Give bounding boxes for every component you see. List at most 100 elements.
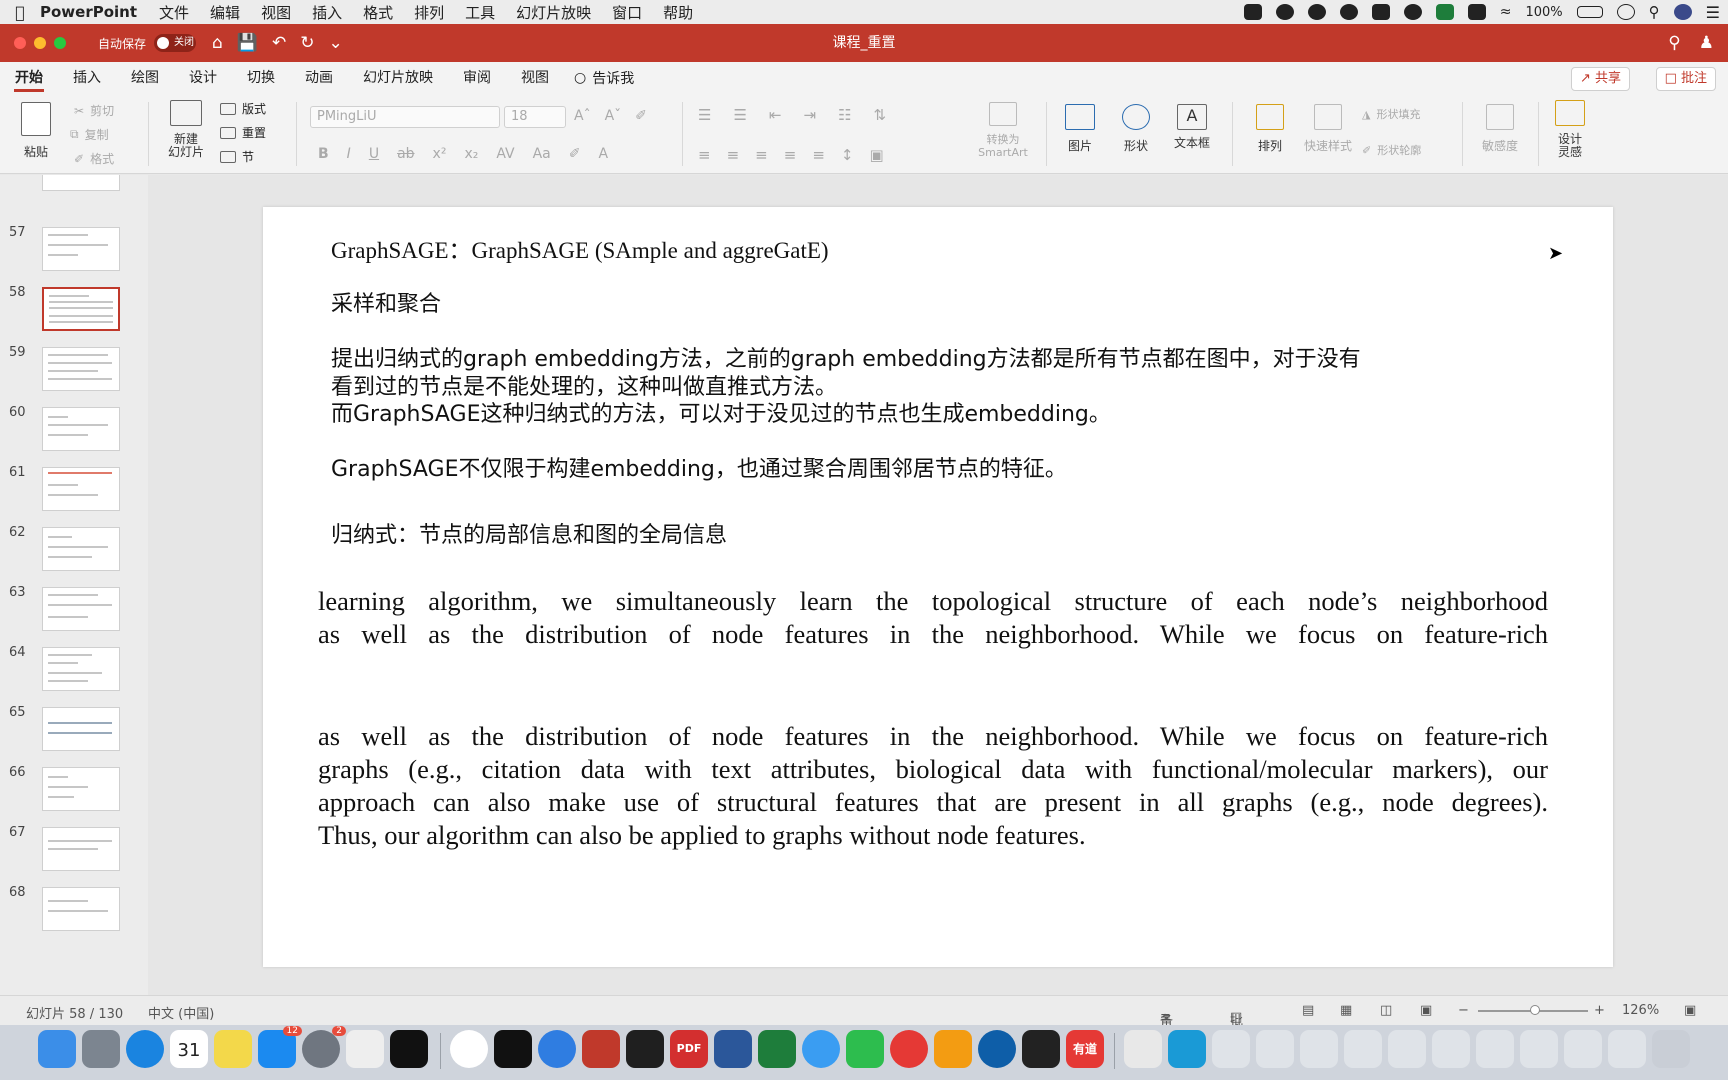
tab-design[interactable]: 设计 [174, 62, 232, 94]
recent-window-thumbnail[interactable] [1388, 1030, 1426, 1068]
quick-styles-button[interactable]: 快速样式 [1300, 104, 1356, 154]
slide-thumbnail[interactable]: 62 [0, 525, 148, 585]
menu-window[interactable]: 窗口 [612, 2, 642, 23]
tell-me-search[interactable]: ○ 告诉我 [564, 68, 644, 88]
trash-icon[interactable] [1652, 1030, 1690, 1068]
slide-thumbnail[interactable]: 65 [0, 705, 148, 765]
increase-indent-icon[interactable]: ⇥ [803, 106, 816, 124]
wifi-icon[interactable]: ≈ [1500, 4, 1512, 20]
numbering-icon[interactable]: ☰ [733, 106, 746, 124]
recent-window-thumbnail[interactable] [1300, 1030, 1338, 1068]
pdf-expert-icon[interactable]: PDF [670, 1030, 708, 1068]
recent-window-thumbnail[interactable] [1256, 1030, 1294, 1068]
recent-window-thumbnail[interactable] [1344, 1030, 1382, 1068]
pycharm-icon[interactable] [626, 1030, 664, 1068]
paper-excerpt-image[interactable]: learning algorithm, we simultaneously le… [263, 585, 1613, 665]
app-menu[interactable]: PowerPoint [40, 3, 137, 21]
feishu-icon[interactable] [802, 1030, 840, 1068]
underline-icon[interactable]: U [369, 146, 379, 162]
safari-icon[interactable] [126, 1030, 164, 1068]
slide-text-line[interactable]: 而GraphSAGE这种归纳式的方法，可以对于没见过的节点也生成embeddin… [331, 396, 1111, 428]
input-method-icon[interactable] [1467, 4, 1486, 20]
font-size-select[interactable]: 18 [504, 106, 566, 128]
launchpad-icon[interactable] [82, 1030, 120, 1068]
minimize-window-button[interactable] [34, 37, 46, 49]
slide-thumbnail[interactable]: 60 [0, 405, 148, 465]
recent-window-thumbnail[interactable] [1564, 1030, 1602, 1068]
font-color-icon[interactable]: A [599, 146, 609, 162]
slide-thumbnail[interactable] [0, 175, 148, 205]
tab-home[interactable]: 开始 [0, 62, 58, 94]
slide-thumbnail[interactable]: 68 [0, 885, 148, 945]
align-right-icon[interactable]: ≡ [755, 146, 768, 164]
video-icon[interactable] [1243, 4, 1262, 20]
menu-help[interactable]: 帮助 [663, 2, 693, 23]
account-icon[interactable]: ♟ [1699, 33, 1714, 53]
fit-to-window-icon[interactable]: ▣ [1684, 1003, 1696, 1018]
columns-icon[interactable]: ☷ [838, 106, 851, 124]
text-direction-icon[interactable]: ⇅ [874, 106, 887, 124]
autosave-toggle[interactable]: 关闭 [154, 34, 197, 52]
sensitivity-button[interactable]: 敏感度 [1474, 104, 1526, 154]
line-spacing-icon[interactable]: ↕ [841, 146, 854, 164]
clock-icon[interactable] [1616, 4, 1635, 20]
finder-icon[interactable] [38, 1030, 76, 1068]
netease-music-icon[interactable] [890, 1030, 928, 1068]
youdao-dictionary-icon[interactable]: 有道 [1066, 1030, 1104, 1068]
comments-button[interactable]: □ 批注 [1655, 67, 1716, 91]
powerpoint-icon[interactable] [582, 1030, 620, 1068]
slide[interactable]: GraphSAGE：GraphSAGE (SAmple and aggreGat… [263, 207, 1613, 967]
zoom-level[interactable]: 126% [1622, 1003, 1659, 1018]
menu-tools[interactable]: 工具 [465, 2, 495, 23]
strikethrough-icon[interactable]: ab [397, 146, 414, 162]
notes-app-icon[interactable] [214, 1030, 252, 1068]
apple-menu-icon[interactable]:  [0, 3, 40, 22]
format-painter-button[interactable]: ✐ 格式 [74, 150, 114, 167]
system-preferences-icon[interactable]: 2 [302, 1026, 346, 1068]
gear-tray-icon[interactable] [1403, 4, 1422, 20]
zoom-in-icon[interactable]: + [1594, 1003, 1605, 1018]
siri-icon[interactable] [1673, 4, 1692, 20]
slide-thumbnail[interactable]: 67 [0, 825, 148, 885]
bold-icon[interactable]: B [318, 146, 329, 162]
battery-icon[interactable] [1576, 6, 1603, 18]
paper-excerpt-image[interactable]: as well as the distribution of node feat… [263, 720, 1613, 860]
recent-window-thumbnail[interactable] [1212, 1030, 1250, 1068]
baidu-netdisk-icon[interactable] [538, 1030, 576, 1068]
customize-toolbar-icon[interactable]: ⌄ [328, 33, 342, 53]
justify-icon[interactable]: ≡ [784, 146, 797, 164]
recent-window-thumbnail[interactable] [1432, 1030, 1470, 1068]
slide-sorter-icon[interactable]: ▦ [1340, 1003, 1352, 1018]
tab-transitions[interactable]: 切换 [232, 62, 290, 94]
font-name-select[interactable]: PMingLiU [310, 106, 500, 128]
downloads-stack-icon[interactable] [1168, 1030, 1206, 1068]
paste-button[interactable]: 粘贴 [14, 102, 58, 160]
insert-picture-button[interactable]: 图片 [1056, 104, 1104, 154]
designer-button[interactable]: 设计 灵感 [1548, 100, 1592, 159]
clear-format-icon[interactable]: ✐ [635, 108, 647, 124]
subscript-icon[interactable]: x₂ [464, 146, 478, 162]
char-spacing-icon[interactable]: AV [496, 146, 514, 162]
new-slide-button[interactable]: 新建 幻灯片 [160, 100, 212, 159]
decrease-indent-icon[interactable]: ⇤ [769, 106, 782, 124]
sync-icon[interactable] [1339, 4, 1358, 20]
tab-view[interactable]: 视图 [506, 62, 564, 94]
align-center-icon[interactable]: ≡ [727, 146, 740, 164]
slide-thumbnail[interactable]: 66 [0, 765, 148, 825]
tab-draw[interactable]: 绘图 [116, 62, 174, 94]
slide-thumbnail[interactable]: 58 [0, 285, 148, 345]
tab-review[interactable]: 审阅 [448, 62, 506, 94]
change-case-icon[interactable]: Aa [533, 146, 551, 162]
activity-monitor-icon[interactable] [390, 1030, 428, 1068]
excel-tray-icon[interactable] [1435, 4, 1454, 20]
tab-slideshow[interactable]: 幻灯片放映 [348, 62, 448, 94]
recent-window-thumbnail[interactable] [1520, 1030, 1558, 1068]
shape-outline-button[interactable]: ✐ 形状轮廓 [1362, 142, 1421, 158]
undo-icon[interactable]: ↶ [272, 33, 286, 53]
recent-window-thumbnail[interactable] [1608, 1030, 1646, 1068]
slide-thumbnail[interactable]: 61 [0, 465, 148, 525]
screen-recorder-icon[interactable] [1022, 1030, 1060, 1068]
slide-thumbnail[interactable]: 57 [0, 225, 148, 285]
slide-subtitle[interactable]: 采样和聚合 [331, 286, 441, 318]
slide-title-line[interactable]: GraphSAGE：GraphSAGE (SAmple and aggreGat… [331, 231, 829, 265]
